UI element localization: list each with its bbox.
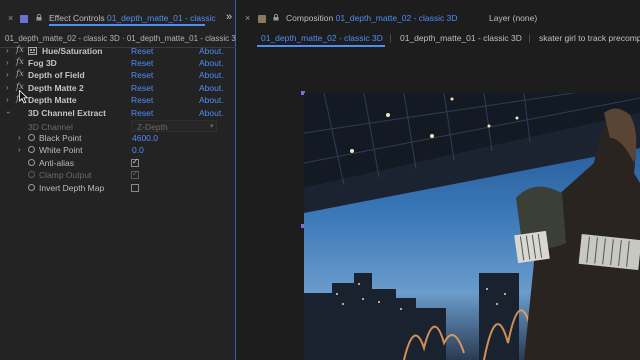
property-clamp-output[interactable]: Clamp Output ✓ [0, 169, 236, 182]
tab-composition[interactable]: Composition 01_depth_matte_02 - classic … [286, 13, 458, 23]
subtab-skater-precomp[interactable]: skater girl to track precomp [539, 33, 640, 43]
invert-depth-map-checkbox[interactable] [131, 184, 139, 192]
property-black-point[interactable]: › Black Point 4600.0 [0, 133, 236, 145]
effect-row-fog-3d[interactable]: › fx Fog 3D Reset About. [0, 57, 236, 70]
stopwatch-icon[interactable] [28, 134, 35, 141]
effect-name: Depth of Field [28, 70, 85, 80]
divider [529, 34, 530, 43]
fx-icon[interactable]: fx [16, 45, 24, 55]
chevron-right-icon[interactable]: › [6, 46, 9, 55]
stopwatch-icon[interactable] [28, 171, 35, 178]
about-button[interactable]: About. [199, 95, 224, 105]
effect-name: Fog 3D [28, 58, 57, 68]
channel-dropdown-value: Z-Depth [137, 122, 168, 132]
property-label: Anti-alias [39, 158, 74, 168]
about-button[interactable]: About. [199, 46, 224, 56]
effect-preset-icon [28, 47, 37, 55]
property-white-point[interactable]: › White Point 0.0 [0, 145, 236, 157]
property-label: White Point [39, 145, 83, 155]
cursor-icon [19, 90, 29, 104]
chevron-down-icon[interactable]: › [4, 111, 13, 114]
subtab-depth-matte-01[interactable]: 01_depth_matte_01 - classic 3D [400, 33, 522, 43]
property-anti-alias[interactable]: Anti-alias ✓ [0, 157, 236, 170]
composition-panel: × Composition 01_depth_matte_02 - classi… [237, 0, 640, 360]
fx-icon[interactable]: fx [16, 57, 24, 67]
label-color-swatch [20, 15, 28, 23]
tab-effect-controls-prefix: Effect Controls [49, 13, 105, 23]
composition-header: × Composition 01_depth_matte_02 - classi… [237, 10, 640, 30]
channel-label: 3D Channel [28, 122, 73, 132]
effect-controls-header: × Effect Controls 01_depth_matte_01 - cl… [0, 10, 236, 30]
effect-name: Depth Matte 2 [28, 83, 84, 93]
channel-dropdown[interactable]: Z-Depth ▾ [131, 120, 217, 132]
overflow-icon[interactable]: » [226, 11, 232, 23]
lock-icon[interactable] [36, 14, 42, 21]
reset-button[interactable]: Reset [131, 108, 153, 118]
property-invert-depth-map[interactable]: Invert Depth Map [0, 183, 236, 195]
tab-layer[interactable]: Layer (none) [489, 13, 537, 23]
effect-row-depth-matte[interactable]: › fx Depth Matte Reset About. [0, 94, 236, 107]
chevron-right-icon[interactable]: › [6, 95, 9, 104]
chevron-right-icon[interactable]: › [6, 70, 9, 79]
property-label: Clamp Output [39, 170, 92, 180]
label-color-swatch [258, 15, 266, 23]
clamp-output-checkbox[interactable]: ✓ [131, 169, 139, 179]
effect-name: 3D Channel Extract [28, 108, 106, 118]
about-button[interactable]: About. [199, 70, 224, 80]
effect-row-3d-channel-extract[interactable]: › 3D Channel Extract Reset About. [0, 108, 236, 120]
subtab-depth-matte-02[interactable]: 01_depth_matte_02 - classic 3D [261, 33, 383, 43]
fx-icon[interactable]: fx [16, 69, 24, 79]
reset-button[interactable]: Reset [131, 95, 153, 105]
property-label: Black Point [39, 133, 82, 143]
checkmark-icon: ✓ [132, 169, 139, 178]
tab-composition-prefix: Composition [286, 13, 334, 23]
reset-button[interactable]: Reset [131, 58, 153, 68]
reset-button[interactable]: Reset [131, 46, 153, 56]
divider [390, 34, 391, 43]
anti-alias-checkbox[interactable]: ✓ [131, 157, 139, 167]
white-point-value[interactable]: 0.0 [132, 145, 144, 155]
composition-viewer[interactable] [304, 93, 640, 360]
composition-subtabs: 01_depth_matte_02 - classic 3D 01_depth_… [237, 30, 640, 48]
stopwatch-icon[interactable] [28, 184, 35, 191]
breadcrumb: 01_depth_matte_02 - classic 3D · 01_dept… [5, 34, 236, 43]
checkmark-icon: ✓ [132, 157, 139, 166]
effect-controls-panel: × Effect Controls 01_depth_matte_01 - cl… [0, 0, 236, 360]
tab-composition-comp: 01_depth_matte_02 - classic 3D [335, 13, 458, 23]
about-button[interactable]: About. [199, 58, 224, 68]
reset-button[interactable]: Reset [131, 70, 153, 80]
tab-effect-controls-comp: 01_depth_matte_01 - classic [106, 13, 216, 23]
effect-name: Depth Matte [28, 95, 77, 105]
close-icon[interactable]: × [245, 13, 250, 23]
chevron-right-icon[interactable]: › [6, 83, 9, 92]
stopwatch-icon[interactable] [28, 146, 35, 153]
stopwatch-icon[interactable] [28, 159, 35, 166]
active-subtab-underline [257, 45, 385, 47]
active-tab-underline [49, 24, 205, 26]
scene-image [304, 93, 640, 360]
effect-row-depth-matte-2[interactable]: › fx Depth Matte 2 Reset About. [0, 82, 236, 95]
effect-row-hue-saturation[interactable]: › fx Hue/Saturation Reset About. [0, 45, 236, 58]
chevron-right-icon[interactable]: › [18, 133, 21, 142]
reset-button[interactable]: Reset [131, 83, 153, 93]
property-label: Invert Depth Map [39, 183, 105, 193]
about-button[interactable]: About. [199, 83, 224, 93]
effect-name: Hue/Saturation [42, 46, 103, 56]
effect-row-depth-of-field[interactable]: › fx Depth of Field Reset About. [0, 69, 236, 82]
tab-effect-controls[interactable]: Effect Controls 01_depth_matte_01 - clas… [49, 13, 216, 23]
chevron-right-icon[interactable]: › [6, 58, 9, 67]
lock-icon[interactable] [273, 14, 279, 21]
chevron-right-icon[interactable]: › [18, 145, 21, 154]
close-icon[interactable]: × [8, 13, 13, 23]
about-button[interactable]: About. [199, 108, 224, 118]
black-point-value[interactable]: 4600.0 [132, 133, 158, 143]
dropdown-arrow-icon: ▾ [210, 123, 214, 130]
